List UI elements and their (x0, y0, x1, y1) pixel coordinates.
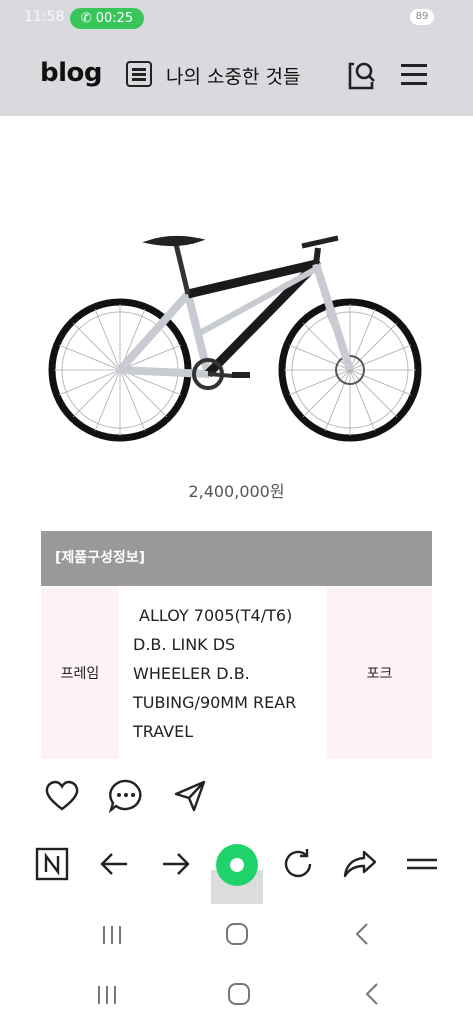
bicycle-image (48, 235, 422, 442)
battery-icon: 89 (410, 9, 434, 25)
refresh-icon[interactable] (280, 846, 316, 882)
forward-arrow-icon[interactable] (158, 846, 194, 882)
spec-table-row: 프레임 ALLOY 7005(T4/T6) D.B. LINK DS WHEEL… (41, 587, 432, 759)
spec-value-line: WHEELER D.B. (133, 664, 250, 683)
list-icon[interactable] (126, 61, 152, 87)
status-time: 11:58 (24, 9, 65, 25)
spec-label-frame: 프레임 (41, 587, 119, 759)
recent-apps-icon[interactable] (95, 984, 119, 1006)
spec-table-header: [제품구성정보] (41, 531, 432, 586)
call-duration: 00:25 (95, 11, 134, 26)
call-indicator[interactable]: ✆ 00:25 (70, 8, 144, 29)
spec-value-line: TUBING/90MM REAR (133, 693, 297, 712)
home-icon[interactable] (227, 982, 251, 1006)
screen: 11:58 ✆ 00:25 89 blog 나의 소중한 것들 2,400,00… (0, 0, 473, 1024)
blog-name[interactable]: 나의 소중한 것들 (166, 62, 300, 89)
blog-logo[interactable]: blog (40, 58, 103, 88)
post-content: 2,400,000원 [제품구성정보] 프레임 ALLOY 7005(T4/T6… (0, 116, 473, 766)
home-icon[interactable] (225, 922, 249, 946)
status-bar: 11:58 ✆ 00:25 89 (0, 0, 473, 36)
search-feed-icon[interactable] (344, 58, 378, 92)
back-icon[interactable] (362, 982, 382, 1006)
recent-apps-icon[interactable] (100, 924, 124, 946)
reaction-bar (0, 766, 473, 826)
blog-header: blog 나의 소중한 것들 (0, 36, 473, 116)
green-dot-icon[interactable] (216, 844, 258, 886)
share-icon[interactable] (172, 778, 208, 814)
system-nav-bar-inner (0, 906, 473, 964)
battery-level: 89 (415, 11, 429, 22)
back-arrow-icon[interactable] (96, 846, 132, 882)
spec-value-line: TRAVEL (133, 722, 194, 741)
comment-icon[interactable] (108, 778, 144, 814)
spec-value-line: ALLOY 7005(T4/T6) (139, 606, 293, 625)
spec-label-fork: 포크 (327, 587, 432, 759)
phone-icon: ✆ (80, 11, 92, 26)
system-nav-bar-outer (0, 964, 473, 1024)
spec-value-frame: ALLOY 7005(T4/T6) D.B. LINK DS WHEELER D… (119, 587, 327, 759)
browser-toolbar (0, 826, 473, 906)
price: 2,400,000원 (188, 482, 285, 501)
back-icon[interactable] (352, 922, 372, 946)
spec-value-line: D.B. LINK DS (133, 635, 236, 654)
hamburger-menu-icon[interactable] (401, 62, 427, 86)
menu-lines-icon[interactable] (404, 846, 440, 882)
heart-icon[interactable] (44, 778, 80, 814)
share-arrow-icon[interactable] (342, 846, 378, 882)
naver-n-icon[interactable] (34, 846, 70, 882)
